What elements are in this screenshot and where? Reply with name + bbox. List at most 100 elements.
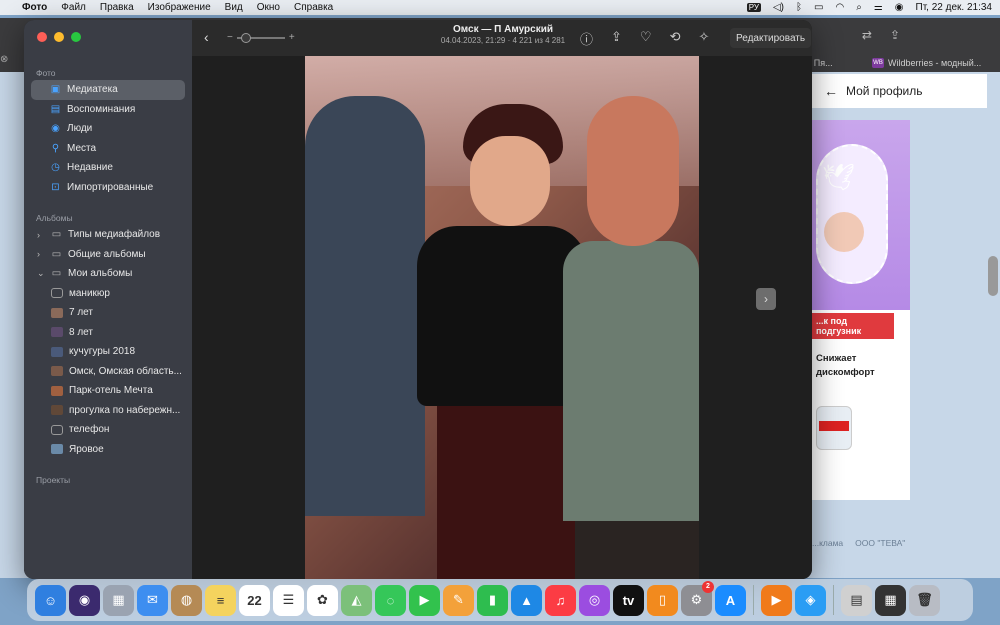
dock-books-icon[interactable]: ▯ — [647, 584, 678, 616]
dock-contacts-icon[interactable]: ◍ — [171, 584, 202, 616]
rotate-icon[interactable]: ⟲ — [670, 29, 681, 48]
dock-trash-icon[interactable]: 🗑 — [909, 584, 940, 616]
dock-window-thumb-2-icon[interactable]: ▦ — [875, 584, 906, 616]
zoom-slider-knob[interactable] — [240, 32, 251, 43]
bluetooth-icon[interactable]: ᛒ — [796, 2, 802, 13]
photo-subtitle: 04.04.2023, 21:29 · 4 221 из 4 281 — [440, 36, 566, 45]
dock-calendar-icon[interactable]: 22 — [239, 584, 270, 616]
profile-header[interactable]: ← Мой профиль — [812, 74, 987, 108]
dock-photos-icon[interactable]: ✿ — [307, 584, 338, 616]
dock-app-store-icon[interactable]: A — [715, 584, 746, 616]
sidebar-album-item[interactable]: кучугуры 2018 — [31, 342, 185, 362]
dock-messages-icon[interactable]: ◌ — [375, 584, 406, 616]
sidebar-group-my-albums[interactable]: ⌄ ▭ Мои альбомы — [31, 264, 185, 284]
sidebar-section-albums[interactable]: Альбомы — [24, 209, 192, 225]
back-chevron-icon[interactable]: ‹ — [204, 29, 209, 45]
dock-numbers-icon[interactable]: ▮ — [477, 584, 508, 616]
sidebar-album-item[interactable]: 8 лет — [31, 323, 185, 343]
dock-launchpad-icon[interactable]: ▦ — [103, 584, 134, 616]
menu-file[interactable]: Файл — [61, 2, 86, 13]
browser-left-control[interactable]: ⊗ — [0, 54, 22, 72]
menu-edit[interactable]: Правка — [100, 2, 134, 13]
sidebar-album-item[interactable]: прогулка по набережн... — [31, 401, 185, 421]
sidebar-album-item[interactable]: маникюр — [31, 284, 185, 304]
sidebar-item-imports[interactable]: ⊡ Импортированные — [31, 178, 185, 198]
auto-enhance-icon[interactable]: ✧ — [698, 29, 709, 48]
sidebar-item-recents[interactable]: ◷ Недавние — [31, 158, 185, 178]
heart-icon[interactable]: ♡ — [640, 29, 652, 48]
dock-music-icon[interactable]: ♫ — [545, 584, 576, 616]
sidebar-item-library[interactable]: ▣ Медиатека — [31, 80, 185, 100]
dock-mail-icon[interactable]: ✉ — [137, 584, 168, 616]
sidebar-group-shared-albums[interactable]: › ▭ Общие альбомы — [31, 245, 185, 265]
zoom-in-icon[interactable]: + — [289, 32, 295, 43]
app-store-glyph-icon: A — [725, 592, 736, 608]
sidebar-album-item[interactable]: телефон — [31, 420, 185, 440]
dock-reminders-icon[interactable]: ☰ — [273, 584, 304, 616]
dock-facetime-icon[interactable]: ▶ — [409, 584, 440, 616]
sidebar-album-item[interactable]: Омск, Омская область... — [31, 362, 185, 382]
infuse-glyph-icon: ▶ — [771, 592, 782, 607]
info-icon[interactable]: ⓘ — [580, 29, 593, 48]
dock-system-settings-icon[interactable]: ⚙ 2 — [681, 580, 714, 616]
sidebar-album-item[interactable]: 7 лет — [31, 303, 185, 323]
wildberries-favicon-icon: WB — [872, 58, 884, 68]
next-photo-button[interactable]: › — [756, 288, 776, 310]
control-center-icon[interactable]: ⚌ — [874, 2, 883, 13]
dock-infuse-icon[interactable]: ▶ — [761, 584, 792, 616]
share-icon[interactable]: ⇪ — [611, 29, 622, 48]
calendar-glyph-icon: 22 — [247, 592, 262, 608]
advertisement-banner[interactable]: 🕊 ...к под подгузник Снижает дискомфорт — [812, 120, 910, 500]
battery-icon[interactable]: ▭ — [814, 2, 823, 13]
menu-app-name[interactable]: Фото — [22, 2, 47, 13]
share-icon[interactable]: ⇪ — [890, 28, 900, 42]
dock-tv-icon[interactable]: tv — [613, 584, 644, 616]
dock-safari-icon[interactable]: ◈ — [795, 584, 826, 616]
dock-podcasts-icon[interactable]: ◎ — [579, 584, 610, 616]
sidebar-item-label: Воспоминания — [67, 103, 136, 115]
chevron-right-icon[interactable]: › — [37, 230, 45, 240]
wifi-icon[interactable]: ◠ — [835, 2, 844, 13]
sidebar-album-item[interactable]: Яровое — [31, 440, 185, 460]
sidebar-section-photos[interactable]: Фото — [24, 64, 192, 80]
dock-maps-icon[interactable]: ◭ — [341, 584, 372, 616]
chevron-right-icon[interactable]: › — [37, 249, 45, 259]
menu-window[interactable]: Окно — [257, 2, 280, 13]
volume-icon[interactable]: ◁) — [773, 2, 784, 13]
siri-icon[interactable]: ◉ — [895, 2, 904, 13]
zoom-slider[interactable]: − + — [227, 32, 295, 43]
sidebar-section-projects[interactable]: Проекты — [24, 471, 192, 487]
sidebar-item-places[interactable]: ⚲ Места — [31, 139, 185, 159]
zoom-slider-track[interactable] — [236, 32, 285, 43]
dock-window-thumb-1-icon[interactable]: ▤ — [841, 584, 872, 616]
zoom-out-icon[interactable]: − — [227, 32, 233, 43]
fullscreen-window-button[interactable] — [71, 32, 81, 42]
sidebar-group-media-types[interactable]: › ▭ Типы медиафайлов — [31, 225, 185, 245]
sidebar-album-item[interactable]: Парк-отель Мечта — [31, 381, 185, 401]
back-arrow-icon[interactable]: ← — [824, 83, 838, 99]
dock-notes-icon[interactable]: ≡ — [205, 584, 236, 616]
edit-button[interactable]: Редактировать — [730, 28, 812, 48]
dock-siri-icon[interactable]: ◉ — [69, 584, 100, 616]
minimize-window-button[interactable] — [54, 32, 64, 42]
browser-tab-wildberries[interactable]: WB Wildberries - модный... — [872, 54, 981, 72]
chevron-down-icon[interactable]: ⌄ — [37, 268, 45, 279]
sidebar-item-label: Люди — [67, 123, 93, 135]
close-window-button[interactable] — [37, 32, 47, 42]
sidebar-item-people[interactable]: ◉ Люди — [31, 119, 185, 139]
menu-help[interactable]: Справка — [294, 2, 333, 13]
sidebar-item-memories[interactable]: ▤ Воспоминания — [31, 100, 185, 120]
menu-image[interactable]: Изображение — [148, 2, 211, 13]
dock-finder-icon[interactable]: ☺ — [35, 584, 66, 616]
input-source-indicator[interactable]: РУ — [746, 3, 761, 12]
browser-scrollbar[interactable] — [988, 256, 998, 296]
dock-keynote-icon[interactable]: ▲ — [511, 584, 542, 616]
dock-pages-icon[interactable]: ✎ — [443, 584, 474, 616]
translate-icon[interactable]: ⇄ — [862, 28, 872, 42]
profile-title: Мой профиль — [846, 84, 923, 98]
menu-view[interactable]: Вид — [225, 2, 243, 13]
photo-image[interactable] — [305, 56, 699, 579]
window-thumb-2-glyph-icon: ▦ — [884, 592, 897, 607]
search-icon[interactable]: ⌕ — [856, 2, 862, 13]
menubar-clock[interactable]: Пт, 22 дек. 21:34 — [916, 2, 992, 13]
